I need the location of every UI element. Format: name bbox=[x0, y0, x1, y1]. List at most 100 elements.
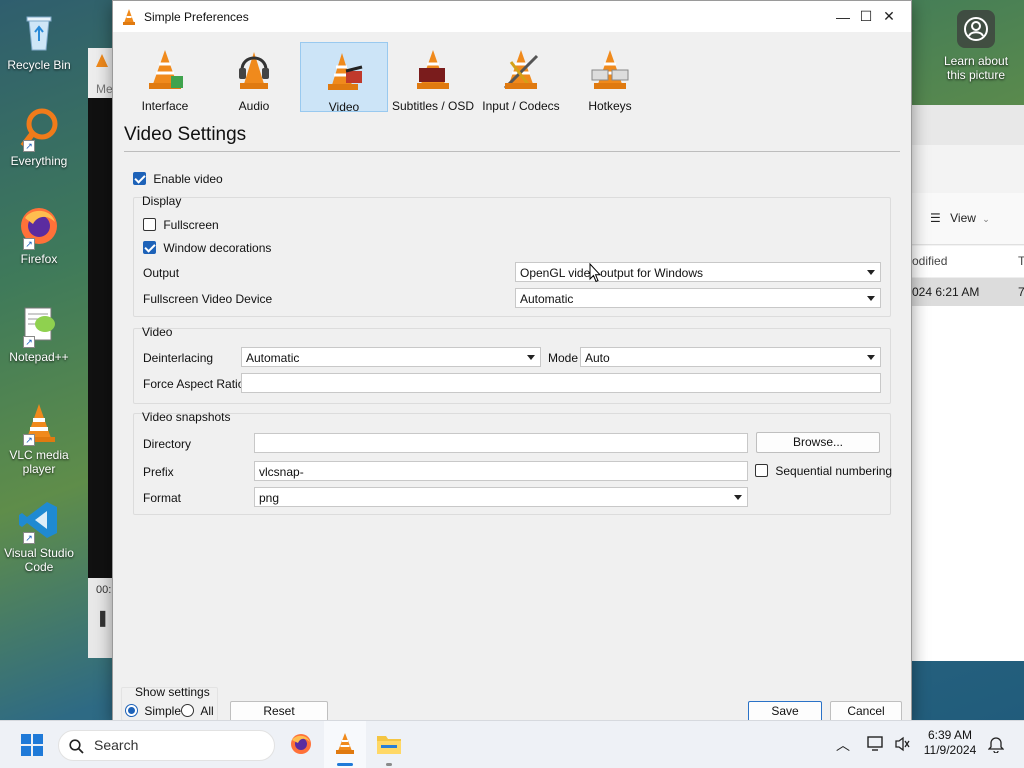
tab-input-codecs[interactable]: Input / Codecs bbox=[477, 42, 565, 113]
chevron-down-icon bbox=[527, 355, 535, 360]
window-title: Simple Preferences bbox=[144, 9, 249, 24]
tab-video[interactable]: Video bbox=[300, 42, 388, 114]
desktop-icon-vlc[interactable]: ↗ VLC media player bbox=[2, 400, 76, 476]
fullscreen-device-label: Fullscreen Video Device bbox=[143, 292, 273, 306]
taskbar-vlc-icon[interactable] bbox=[324, 721, 366, 768]
tab-hotkeys[interactable]: Hotkeys bbox=[566, 42, 654, 113]
fullscreen-device-select[interactable]: Automatic bbox=[515, 288, 881, 308]
audio-headphones-icon bbox=[239, 52, 269, 89]
shortcut-arrow-icon: ↗ bbox=[23, 532, 35, 544]
notification-bell-icon[interactable] bbox=[987, 735, 1005, 756]
notepadpp-icon: ↗ bbox=[17, 302, 61, 348]
active-indicator bbox=[337, 763, 353, 766]
video-clapper-icon bbox=[328, 53, 363, 90]
start-windows-icon[interactable] bbox=[21, 734, 43, 756]
shortcut-arrow-icon: ↗ bbox=[23, 434, 35, 446]
desktop-icon-recycle-bin[interactable]: Recycle Bin bbox=[2, 10, 76, 72]
aspect-ratio-input[interactable] bbox=[241, 373, 881, 393]
taskbar-clock[interactable]: 6:39 AM 11/9/2024 bbox=[920, 728, 980, 758]
reset-preferences-button[interactable]: Reset Preferences bbox=[230, 701, 328, 737]
interface-cone-icon bbox=[149, 50, 183, 89]
taskbar-firefox-icon[interactable] bbox=[289, 732, 313, 759]
background-explorer-window[interactable]: ☰ View ⌄ odified T 024 6:21 AM 7 bbox=[912, 105, 1024, 661]
chevron-up-icon[interactable]: ︿ bbox=[836, 735, 850, 755]
shortcut-arrow-icon: ↗ bbox=[23, 140, 35, 152]
output-value: OpenGL video output for Windows bbox=[520, 266, 703, 280]
chevron-down-icon bbox=[867, 296, 875, 301]
clock-time: 6:39 AM bbox=[927, 728, 973, 742]
format-select[interactable]: png bbox=[254, 487, 748, 507]
desktop-icon-vscode[interactable]: ↗ Visual Studio Code bbox=[2, 498, 76, 574]
volume-muted-icon[interactable] bbox=[894, 736, 910, 755]
video-group-title: Video bbox=[142, 325, 173, 339]
taskbar-search-box[interactable]: Search bbox=[58, 730, 275, 761]
window-decorations-label: Window decorations bbox=[163, 241, 272, 255]
deinterlacing-label: Deinterlacing bbox=[143, 351, 214, 365]
save-button[interactable]: Save bbox=[748, 701, 822, 722]
page-title: Video Settings bbox=[124, 124, 247, 145]
learn-label: Learn about this picture bbox=[943, 54, 1009, 82]
subtitles-sign-icon bbox=[417, 50, 449, 89]
preferences-window[interactable]: Simple Preferences — ✕ ☐ Interface Audio… bbox=[112, 0, 912, 737]
input-codecs-icon bbox=[503, 50, 539, 90]
column-type[interactable]: T bbox=[1018, 254, 1024, 268]
desktop-icon-notepadpp[interactable]: ↗ Notepad++ bbox=[2, 302, 76, 364]
checkbox-checked-icon[interactable] bbox=[143, 241, 156, 254]
view-button[interactable]: ☰ View ⌄ bbox=[930, 211, 990, 225]
background-vlc-window[interactable]: Me 00: ❚❚ bbox=[88, 48, 123, 658]
radio-unselected-icon[interactable] bbox=[181, 704, 194, 717]
enable-video-checkbox[interactable]: Enable video bbox=[133, 172, 223, 186]
firefox-icon: ↗ bbox=[17, 204, 61, 250]
hotkeys-keyboard-icon bbox=[591, 50, 629, 89]
output-label: Output bbox=[143, 266, 180, 280]
browse-button[interactable]: Browse... bbox=[756, 432, 880, 453]
show-settings-label: Show settings bbox=[135, 685, 210, 699]
simple-label: Simple bbox=[144, 704, 182, 718]
tab-interface[interactable]: Interface bbox=[121, 42, 209, 113]
directory-input[interactable] bbox=[254, 433, 748, 453]
format-label: Format bbox=[143, 491, 182, 505]
column-modified[interactable]: odified bbox=[912, 254, 947, 268]
simple-radio[interactable]: Simple bbox=[125, 704, 181, 718]
prefix-input[interactable]: vlcsnap- bbox=[254, 461, 748, 481]
vlc-cone-icon bbox=[96, 54, 108, 67]
cancel-button[interactable]: Cancel bbox=[830, 701, 902, 722]
search-icon bbox=[69, 739, 84, 754]
desktop-icon-firefox[interactable]: ↗ Firefox bbox=[2, 204, 76, 266]
menu-lines-icon: ☰ bbox=[930, 211, 941, 225]
fullscreen-label: Fullscreen bbox=[163, 218, 219, 232]
network-icon[interactable] bbox=[866, 735, 884, 756]
tab-subtitles-osd[interactable]: Subtitles / OSD bbox=[389, 42, 477, 113]
fullscreen-checkbox[interactable]: Fullscreen bbox=[143, 218, 219, 232]
maximize-icon-holder[interactable]: ☐ bbox=[843, 1, 889, 32]
deinterlacing-select[interactable]: Automatic bbox=[241, 347, 541, 367]
radio-selected-icon[interactable] bbox=[125, 704, 138, 717]
checkbox-unchecked-icon[interactable] bbox=[755, 464, 768, 477]
mode-label: Mode bbox=[548, 351, 579, 365]
title-bar[interactable]: Simple Preferences — ✕ bbox=[113, 1, 911, 32]
divider bbox=[124, 151, 900, 152]
window-decorations-checkbox[interactable]: Window decorations bbox=[143, 241, 271, 255]
checkbox-unchecked-icon[interactable] bbox=[143, 218, 156, 231]
checkbox-checked-icon[interactable] bbox=[133, 172, 146, 185]
time-fragment: 00: bbox=[96, 584, 112, 596]
mode-select[interactable]: Auto bbox=[580, 347, 881, 367]
desktop-icon-everything[interactable]: ↗ Everything bbox=[2, 106, 76, 168]
tab-label: Hotkeys bbox=[588, 99, 632, 113]
tab-audio[interactable]: Audio bbox=[210, 42, 298, 113]
tab-label: Audio bbox=[238, 99, 270, 113]
sequential-numbering-checkbox[interactable]: Sequential numbering bbox=[755, 464, 892, 478]
learn-about-picture[interactable]: Learn about this picture bbox=[938, 10, 1014, 82]
sequential-numbering-label: Sequential numbering bbox=[775, 464, 893, 478]
clock-date: 11/9/2024 bbox=[923, 743, 977, 757]
vlc-cone-icon bbox=[123, 8, 135, 25]
explorer-header-band bbox=[912, 105, 1024, 145]
all-radio[interactable]: All bbox=[181, 704, 214, 718]
deinterlacing-value: Automatic bbox=[246, 351, 300, 365]
row-date: 024 6:21 AM bbox=[912, 285, 980, 299]
table-row[interactable]: 024 6:21 AM 7 bbox=[912, 278, 1024, 306]
taskbar-file-explorer-icon[interactable] bbox=[376, 733, 402, 766]
output-select[interactable]: OpenGL video output for Windows bbox=[515, 262, 881, 282]
mode-value: Auto bbox=[585, 351, 610, 365]
vscode-icon: ↗ bbox=[17, 498, 61, 544]
